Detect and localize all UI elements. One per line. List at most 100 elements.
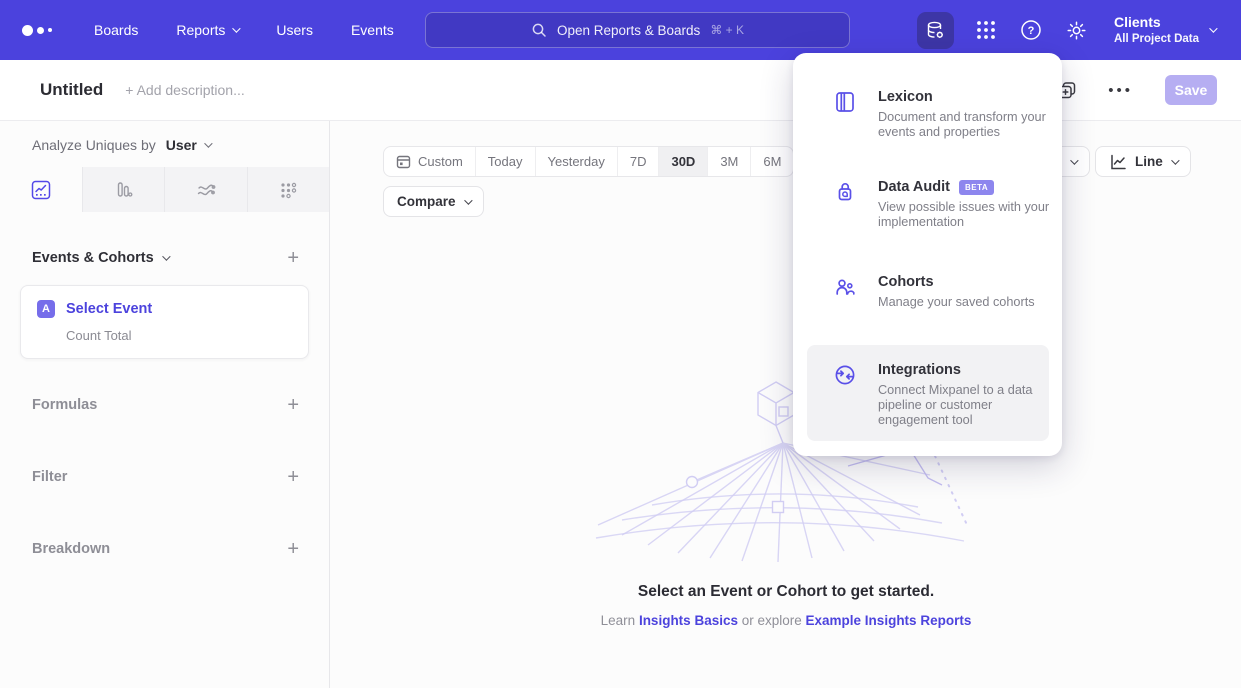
chart-type-button[interactable]: Line [1095,146,1191,177]
filter-section: Filter + [32,467,299,487]
range-label: 7D [630,154,647,169]
events-cohorts-header: Events & Cohorts + [32,248,299,268]
nav-item-reports[interactable]: Reports [176,22,238,38]
events-cohorts-toggle[interactable]: Events & Cohorts [32,250,168,266]
select-event-label[interactable]: Select Event [66,301,152,317]
compare-button[interactable]: Compare [383,186,484,217]
search-placeholder: Open Reports & Boards [557,23,700,38]
date-range-6m[interactable]: 6M [751,147,793,176]
search-icon [531,22,547,38]
navbar-right: ? Clients All Project Data [917,0,1241,60]
bar-chart-icon [112,179,134,201]
mixpanel-logo-icon[interactable] [22,25,52,36]
date-range-7d[interactable]: 7D [618,147,660,176]
range-label: 3M [720,154,738,169]
chevron-down-icon [204,139,212,147]
settings-button[interactable] [1063,17,1089,43]
date-range-30d[interactable]: 30D [659,147,708,176]
add-breakdown-button[interactable]: + [287,539,299,559]
menu-item-data-audit[interactable]: Data Audit BETA View possible issues wit… [807,169,1049,240]
add-filter-button[interactable]: + [287,467,299,487]
example-reports-link[interactable]: Example Insights Reports [806,613,972,628]
menu-item-title: Data Audit [878,179,950,195]
viz-tab-flow[interactable] [165,167,248,212]
empty-state-subtext: Learn Insights Basics or explore Example… [331,613,1241,628]
viz-tab-bar[interactable] [83,167,166,212]
grid-icon [975,19,997,41]
analyze-prefix: Analyze Uniques by [32,137,156,153]
report-description-input[interactable]: + Add description... [125,82,244,98]
date-range-yesterday[interactable]: Yesterday [536,147,618,176]
date-range-custom[interactable]: Custom [384,147,476,176]
visualization-tabs [0,167,329,212]
menu-item-description: View possible issues with your implement… [878,200,1054,230]
more-options-button[interactable]: ••• [1108,82,1133,99]
chart-type-label: Line [1135,154,1163,169]
book-icon [833,90,857,114]
nav-item-boards[interactable]: Boards [94,22,138,38]
date-range-control: Custom Today Yesterday 7D 30D 3M 6M [383,146,794,177]
chevron-down-icon [464,196,472,204]
top-navbar: Boards Reports Users Events Open Reports… [0,0,1241,60]
line-chart-icon [30,179,52,201]
help-button[interactable]: ? [1018,17,1044,43]
learn-prefix: Learn [601,613,639,628]
viz-tab-scatter[interactable] [248,167,330,212]
menu-item-cohorts[interactable]: Cohorts Manage your saved cohorts [807,264,1049,320]
analyze-value: User [166,137,197,153]
calendar-icon [396,154,411,169]
formulas-section: Formulas + [32,395,299,415]
count-total-label[interactable]: Count Total [66,328,292,343]
empty-state-heading: Select an Event or Cohort to get started… [331,583,1241,601]
middle-text: or explore [738,613,806,628]
data-audit-icon [833,180,857,204]
event-card[interactable]: A Select Event Count Total [20,285,309,359]
formulas-label: Formulas [32,397,97,413]
nav-item-events[interactable]: Events [351,22,394,38]
filter-label: Filter [32,469,67,485]
menu-item-title: Lexicon [878,89,933,105]
breakdown-label: Breakdown [32,541,110,557]
nav-label: Users [276,22,313,38]
menu-item-title: Integrations [878,362,961,378]
nav-item-users[interactable]: Users [276,22,313,38]
chevron-down-icon [1209,24,1217,32]
titlebar-actions: ••• Save [1057,75,1241,105]
menu-item-integrations[interactable]: Integrations Connect Mixpanel to a data … [807,345,1049,441]
analyze-value-dropdown[interactable]: User [166,137,210,153]
main-nav: Boards Reports Users Events [94,22,394,38]
range-label: Yesterday [548,154,605,169]
project-scope: All Project Data [1114,32,1199,46]
event-badge: A [37,300,55,318]
global-search-input[interactable]: Open Reports & Boards ⌘ + K [425,12,850,48]
viz-tab-insights[interactable] [0,167,83,212]
mixpanel-app: Boards Reports Users Events Open Reports… [0,0,1241,688]
add-formula-button[interactable]: + [287,395,299,415]
report-title[interactable]: Untitled [40,80,103,100]
line-chart-icon [1109,153,1127,171]
insights-basics-link[interactable]: Insights Basics [639,613,738,628]
range-label: 6M [763,154,781,169]
project-selector[interactable]: Clients All Project Data [1114,14,1215,46]
report-canvas: Custom Today Yesterday 7D 30D 3M 6M Comp… [331,121,1241,688]
integrations-icon [833,363,857,387]
compare-label: Compare [397,194,456,209]
nav-label: Events [351,22,394,38]
gear-icon [1065,19,1088,42]
data-management-dropdown: Lexicon Document and transform your even… [793,53,1062,456]
save-button[interactable]: Save [1165,75,1217,105]
database-gear-icon [925,20,946,41]
svg-text:?: ? [1028,25,1035,37]
menu-item-lexicon[interactable]: Lexicon Document and transform your even… [807,79,1049,150]
section-label: Events & Cohorts [32,250,154,266]
chevron-down-icon [233,24,241,32]
range-label: Today [488,154,523,169]
data-management-button[interactable] [917,12,954,49]
date-range-today[interactable]: Today [476,147,536,176]
range-label: 30D [671,154,695,169]
breakdown-section: Breakdown + [32,539,299,559]
apps-grid-button[interactable] [973,17,999,43]
date-range-3m[interactable]: 3M [708,147,751,176]
chevron-down-icon [1070,156,1078,164]
add-event-button[interactable]: + [287,248,299,268]
